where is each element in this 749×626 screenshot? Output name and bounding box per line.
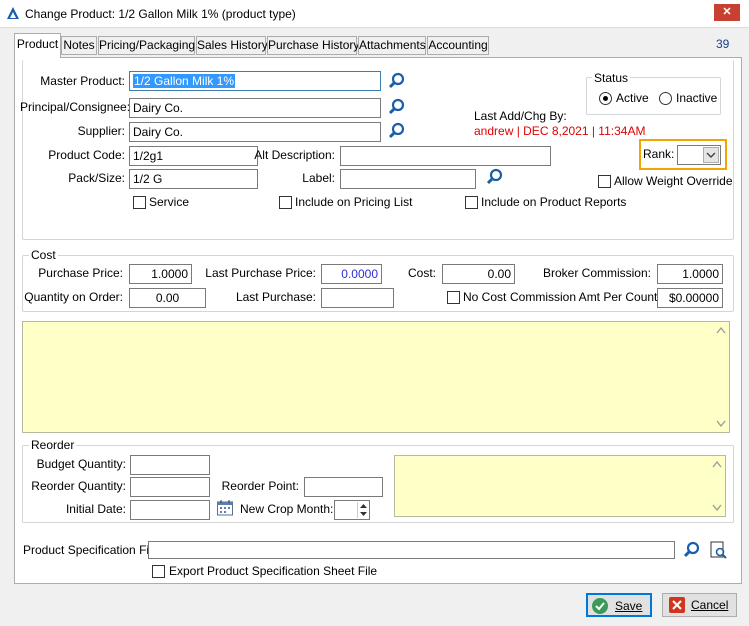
broker-commission-label: Broker Commission: [542, 266, 651, 280]
pack-size-label: Pack/Size: [68, 171, 125, 185]
calendar-icon[interactable] [216, 499, 234, 517]
no-cost-label: No Cost [463, 290, 507, 304]
master-product-value: 1/2 Gallon Milk 1% [133, 74, 236, 88]
new-crop-month-label: New Crop Month: [240, 502, 334, 516]
last-change-label: Last Add/Chg By: [474, 109, 567, 123]
new-crop-month-input[interactable] [334, 500, 370, 520]
notes-textarea[interactable] [22, 321, 730, 433]
notes-scrollbar[interactable] [713, 322, 729, 432]
scroll-down-icon[interactable] [712, 504, 722, 512]
cancel-icon [669, 597, 685, 613]
spinner-icon[interactable] [357, 502, 368, 518]
cost-input[interactable]: 0.00 [442, 264, 515, 284]
save-button[interactable]: Save [586, 593, 652, 617]
tab-pricing-packaging[interactable]: Pricing/Packaging [98, 36, 195, 55]
spec-file-label: Product Specification File: [23, 543, 162, 557]
master-product-label: Master Product: [40, 74, 125, 88]
budget-quantity-input[interactable] [130, 455, 210, 475]
principal-label: Principal/Consignee: [20, 100, 131, 114]
reorder-point-input[interactable] [304, 477, 383, 497]
no-cost-checkbox[interactable] [447, 291, 460, 304]
product-code-label: Product Code: [48, 148, 125, 162]
supplier-label: Supplier: [77, 124, 125, 138]
tab-sales-history[interactable]: Sales History [196, 36, 268, 55]
include-pricing-checkbox[interactable] [279, 196, 292, 209]
last-change-value: andrew | DEC 8,2021 | 11:34AM [474, 124, 646, 138]
export-spec-checkbox[interactable] [152, 565, 165, 578]
master-product-input[interactable]: 1/2 Gallon Milk 1% [129, 71, 381, 91]
label-input[interactable] [340, 169, 476, 189]
product-code-input[interactable]: 1/2g1 [129, 146, 258, 166]
rank-label: Rank: [643, 147, 675, 161]
view-document-icon[interactable] [708, 540, 728, 560]
status-legend: Status [592, 71, 631, 85]
export-spec-label: Export Product Specification Sheet File [169, 564, 378, 578]
broker-commission-input[interactable]: 1.0000 [657, 264, 723, 284]
alt-description-label: Alt Description: [254, 148, 335, 162]
record-count: 39 [716, 37, 730, 51]
search-icon[interactable] [387, 121, 407, 141]
last-purchase-input[interactable] [321, 288, 394, 308]
cost-legend: Cost [29, 248, 58, 262]
initial-date-label: Initial Date: [65, 502, 126, 516]
commission-amt-input[interactable]: $0.00000 [657, 288, 723, 308]
cancel-label: Cancel [691, 598, 729, 612]
search-icon[interactable] [387, 71, 407, 91]
commission-amt-label: Commission Amt Per Count: [510, 290, 661, 304]
inactive-radio[interactable] [659, 92, 672, 105]
cancel-button[interactable]: Cancel [662, 593, 737, 617]
quantity-on-order-label: Quantity on Order: [24, 290, 123, 304]
initial-date-input[interactable] [130, 500, 210, 520]
close-icon[interactable]: ✕ [714, 4, 740, 21]
reorder-legend: Reorder [29, 438, 77, 452]
search-icon[interactable] [485, 167, 505, 187]
search-icon[interactable] [387, 97, 407, 117]
principal-input[interactable]: Dairy Co. [129, 98, 381, 118]
spec-file-input[interactable] [148, 541, 675, 559]
save-label: Save [615, 599, 643, 613]
alt-description-input[interactable] [340, 146, 551, 166]
reorder-notes-scrollbar[interactable] [709, 456, 725, 516]
reorder-quantity-label: Reorder Quantity: [31, 479, 126, 493]
last-purchase-price-label: Last Purchase Price: [205, 266, 316, 280]
app-logo-icon [7, 7, 19, 19]
inactive-label: Inactive [676, 91, 718, 105]
tab-purchase-history[interactable]: Purchase History [267, 36, 359, 55]
scroll-up-icon[interactable] [712, 460, 722, 468]
include-reports-checkbox[interactable] [465, 196, 478, 209]
last-purchase-price-input[interactable]: 0.0000 [321, 264, 382, 284]
reorder-quantity-input[interactable] [130, 477, 210, 497]
allow-weight-override-label: Allow Weight Override [614, 174, 733, 188]
scroll-down-icon[interactable] [716, 420, 726, 428]
tab-product[interactable]: Product [14, 33, 61, 58]
service-label: Service [149, 195, 190, 209]
active-radio[interactable] [599, 92, 612, 105]
chevron-down-icon[interactable] [703, 147, 719, 163]
tab-accounting[interactable]: Accounting [427, 36, 489, 55]
rank-select[interactable] [677, 145, 721, 165]
window-title: Change Product: 1/2 Gallon Milk 1% (prod… [25, 7, 296, 21]
reorder-point-label: Reorder Point: [221, 479, 299, 493]
search-icon[interactable] [682, 540, 702, 560]
title-bar: Change Product: 1/2 Gallon Milk 1% (prod… [0, 0, 749, 28]
include-pricing-label: Include on Pricing List [295, 195, 413, 209]
label-label: Label: [302, 171, 335, 185]
service-checkbox[interactable] [133, 196, 146, 209]
budget-quantity-label: Budget Quantity: [36, 457, 126, 471]
purchase-price-label: Purchase Price: [38, 266, 123, 280]
active-label: Active [616, 91, 649, 105]
reorder-notes-textarea[interactable] [394, 455, 726, 517]
cost-label: Cost: [407, 266, 436, 280]
include-reports-label: Include on Product Reports [481, 195, 627, 209]
supplier-input[interactable]: Dairy Co. [129, 122, 381, 142]
allow-weight-override-checkbox[interactable] [598, 175, 611, 188]
purchase-price-input[interactable]: 1.0000 [129, 264, 192, 284]
checkmark-icon [592, 598, 608, 614]
last-purchase-label: Last Purchase: [235, 290, 316, 304]
scroll-up-icon[interactable] [716, 326, 726, 334]
tab-attachments[interactable]: Attachments [358, 36, 426, 55]
quantity-on-order-input[interactable]: 0.00 [129, 288, 206, 308]
tab-notes[interactable]: Notes [61, 36, 97, 55]
pack-size-input[interactable]: 1/2 G [129, 169, 258, 189]
